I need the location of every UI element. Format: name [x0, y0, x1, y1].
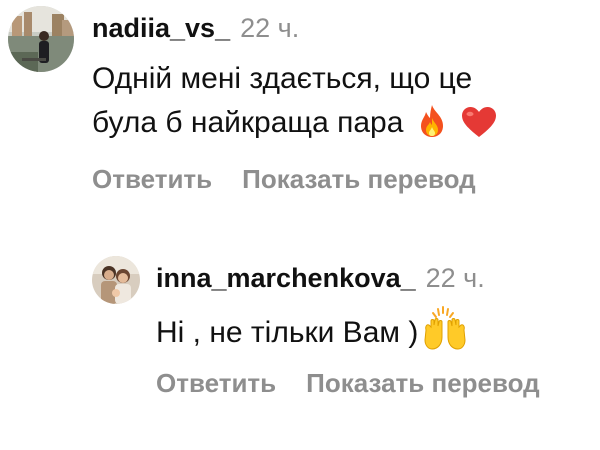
- show-translation-button[interactable]: Показать перевод: [242, 163, 476, 195]
- avatar[interactable]: [8, 6, 74, 72]
- comment: nadiia_vs_ 22 ч. Одній мені здається, що …: [0, 0, 600, 200]
- reply-comment: inna_marchenkova_ 22 ч. Ні , не тільки Ва…: [0, 250, 600, 450]
- raising-hands-emoji: [422, 306, 468, 350]
- comment-text: Одній мені здається, що це була б найкра…: [92, 57, 497, 145]
- comment-actions: Ответить Показать перевод: [92, 163, 476, 195]
- avatar[interactable]: [92, 256, 140, 304]
- reply-button[interactable]: Ответить: [156, 367, 276, 399]
- show-translation-button[interactable]: Показать перевод: [306, 367, 540, 399]
- comment-text-line: Одній мені здається, що це: [92, 62, 473, 95]
- fire-emoji: [417, 104, 447, 138]
- comment-text-line: була б найкраща пара: [92, 106, 404, 139]
- username[interactable]: inna_marchenkova_: [156, 263, 416, 293]
- comment-text-line: Ні , не тільки Вам ): [156, 316, 419, 349]
- comment-header: inna_marchenkova_ 22 ч.: [156, 262, 485, 294]
- reply-button[interactable]: Ответить: [92, 163, 212, 195]
- timestamp: 22 ч.: [240, 13, 300, 43]
- comment-text: Ні , не тільки Вам ): [156, 306, 468, 355]
- comment-header: nadiia_vs_ 22 ч.: [92, 12, 299, 44]
- comment-text-line-with-emoji: була б найкраща пара: [92, 101, 497, 145]
- comments-thread: nadiia_vs_ 22 ч. Одній мені здається, що …: [0, 0, 600, 450]
- red-heart-emoji: [461, 106, 497, 138]
- username[interactable]: nadiia_vs_: [92, 13, 230, 43]
- timestamp: 22 ч.: [425, 263, 485, 293]
- comment-actions: Ответить Показать перевод: [156, 367, 540, 399]
